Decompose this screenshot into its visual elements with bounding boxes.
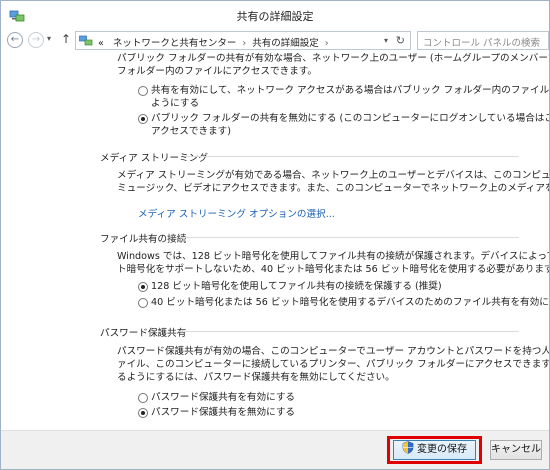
media-streaming-options-link[interactable]: メディア ストリーミング オプションの選択... (138, 206, 335, 220)
radio-button[interactable] (138, 393, 148, 403)
up-arrow-icon[interactable]: ↑ (61, 32, 71, 46)
password-sharing-line2: ァイル、このコンピューターに接続しているプリンター、パブリック フォルダーにアク… (117, 359, 549, 370)
advanced-sharing-window: 共有の詳細設定 ← → ▾ ↑ « ネットワークと共有センター › 共有の詳細設… (0, 0, 550, 470)
file-sharing-line1: Windows では、128 ビット暗号化を使用してファイル共有の接続が保護され… (117, 251, 549, 262)
window-title: 共有の詳細設定 (236, 10, 314, 23)
save-button-label: 変更の保存 (417, 444, 467, 455)
back-button[interactable]: ← (7, 32, 23, 48)
option-label: パスワード保護共有を無効にする (151, 407, 296, 418)
section-divider (179, 331, 519, 332)
control-panel-icon (79, 35, 93, 46)
radio-button-selected[interactable] (138, 114, 148, 124)
save-changes-button[interactable]: 変更の保存 (393, 440, 476, 460)
uac-shield-icon (402, 441, 414, 454)
file-sharing-line2: ト暗号化をサポートしないため、40 ビット暗号化または 56 ビット暗号化を使用… (117, 264, 549, 275)
search-input[interactable]: コントロール パネルの検索 (417, 31, 549, 50)
recent-locations-icon[interactable]: ▾ (47, 34, 51, 43)
media-streaming-line1: メディア ストリーミングが有効である場合、ネットワーク上のユーザーとデバイスは、… (117, 170, 549, 181)
breadcrumb-separator[interactable]: › (325, 38, 329, 49)
breadcrumb: « ネットワークと共有センター › 共有の詳細設定 › (98, 35, 332, 49)
radio-button-selected[interactable] (138, 408, 148, 418)
section-divider (185, 156, 519, 157)
option-label: パスワード保護共有を有効にする (151, 392, 296, 403)
public-folder-disable-option-line2: アクセスできます) (151, 126, 232, 137)
breadcrumb-overflow[interactable]: « (98, 38, 104, 49)
settings-content: パブリック フォルダーの共有が有効な場合、ネットワーク上のユーザー (ホームグル… (1, 53, 549, 430)
address-bar[interactable]: « ネットワークと共有センター › 共有の詳細設定 › ▾ ↻ (75, 31, 411, 50)
radio-button-selected[interactable] (138, 282, 148, 292)
password-sharing-line3: るようにするには、パスワード保護共有を無効にしてください。 (117, 372, 395, 383)
radio-button[interactable] (138, 86, 148, 96)
password-sharing-title: パスワード保護共有 (100, 328, 187, 339)
public-folder-intro-line2: フォルダー内のファイルにアクセスできます。 (117, 66, 318, 77)
search-placeholder: コントロール パネルの検索 (423, 38, 541, 49)
forward-button[interactable]: → (28, 32, 44, 48)
file-sharing-title: ファイル共有の接続 (100, 234, 187, 245)
navigation-bar: ← → ▾ ↑ « ネットワークと共有センター › 共有の詳細設定 › ▾ ↻ … (1, 29, 549, 53)
public-folder-enable-option-line2: ようにする (151, 98, 200, 109)
breadcrumb-network-center[interactable]: ネットワークと共有センター (113, 38, 237, 49)
media-streaming-title: メディア ストリーミング (100, 153, 208, 164)
title-bar: 共有の詳細設定 (1, 1, 549, 29)
dialog-footer: 変更の保存 キャンセル (1, 430, 549, 469)
refresh-icon[interactable]: ↻ (396, 34, 405, 47)
option-label: 128 ビット暗号化を使用してファイル共有の接続を保護する (推奨) (151, 281, 442, 292)
address-dropdown-icon[interactable]: ▾ (384, 36, 388, 45)
option-label: 共有を有効にして、ネットワーク アクセスがある場合はパブリック フォルダー内のフ… (151, 85, 549, 96)
breadcrumb-separator[interactable]: › (242, 38, 246, 49)
option-label: 40 ビット暗号化または 56 ビット暗号化を使用するデバイスのためのファイル共… (151, 297, 549, 308)
radio-button[interactable] (138, 298, 148, 308)
breadcrumb-advanced-sharing[interactable]: 共有の詳細設定 (252, 38, 319, 49)
media-streaming-line2: ミュージック、ビデオにアクセスできます。また、このコンピューターでネットワーク上… (117, 183, 549, 194)
cancel-button[interactable]: キャンセル (490, 440, 542, 460)
section-divider (179, 237, 519, 238)
option-label: パブリック フォルダーの共有を無効にする (このコンピューターにログオンしている… (151, 113, 549, 124)
password-sharing-line1: パスワード保護共有が有効の場合、このコンピューターでユーザー アカウントとパスワ… (117, 346, 549, 357)
